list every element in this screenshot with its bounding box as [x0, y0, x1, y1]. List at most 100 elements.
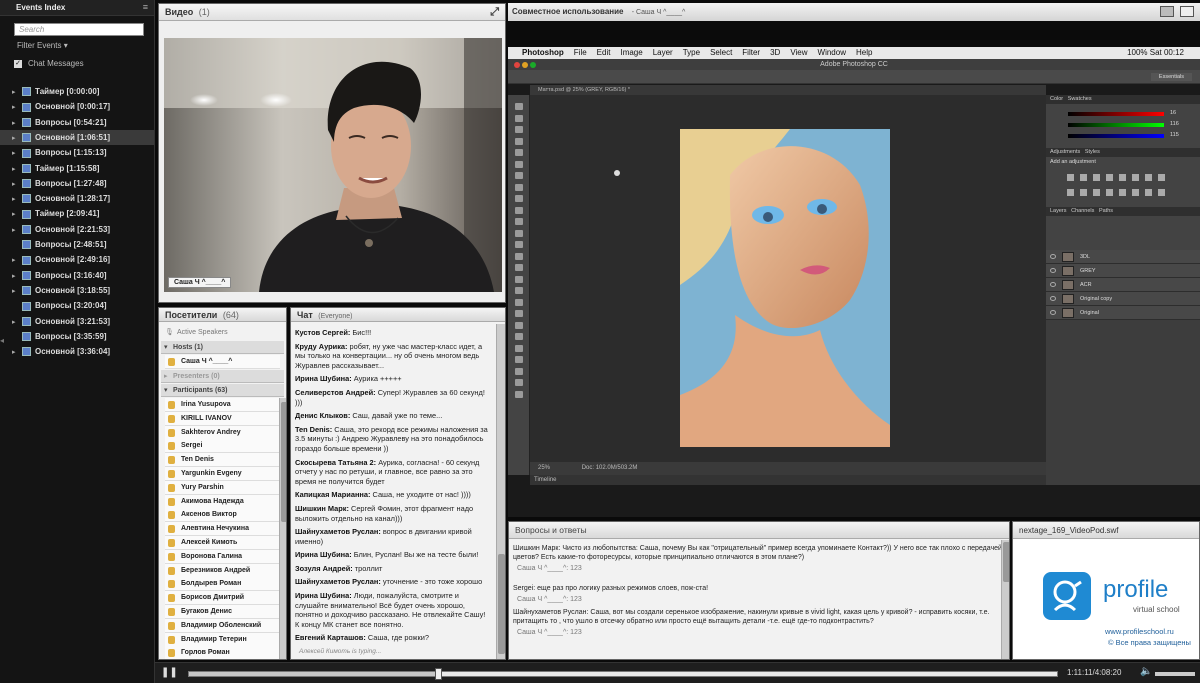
- ps-tool-icon[interactable]: [515, 183, 523, 191]
- volume-slider[interactable]: [1155, 672, 1195, 676]
- mac-menu-item[interactable]: Help: [856, 48, 872, 57]
- ps-tool-icon[interactable]: [515, 160, 523, 168]
- event-item[interactable]: Вопросы [2:48:51]: [0, 237, 154, 252]
- expand-arrow-icon[interactable]: ▸: [12, 192, 22, 207]
- ps-tool-icon[interactable]: [515, 287, 523, 294]
- ps-tool-icon[interactable]: [515, 218, 523, 225]
- ps-essentials[interactable]: Essentials: [1150, 73, 1192, 81]
- mac-menu-item[interactable]: Layer: [653, 48, 673, 57]
- ps-color-slider[interactable]: 16: [1068, 110, 1193, 118]
- ps-tool-icon[interactable]: [515, 390, 523, 398]
- participant-row[interactable]: Акимова Надежда: [165, 494, 280, 509]
- participant-row[interactable]: Борисов Дмитрий: [165, 591, 280, 606]
- eye-icon[interactable]: [1050, 296, 1056, 301]
- ps-tool-icon[interactable]: [515, 321, 523, 329]
- ps-tool-icon[interactable]: [515, 229, 523, 237]
- events-search-input[interactable]: Search: [14, 23, 144, 36]
- ps-tool-icon[interactable]: [515, 114, 523, 122]
- ps-tool-icon[interactable]: [515, 195, 523, 202]
- fullscreen-icon[interactable]: [1180, 6, 1194, 17]
- participant-row[interactable]: Алевтина Нечукина: [165, 522, 280, 537]
- ps-tool-icon[interactable]: [515, 252, 523, 260]
- ps-adjustment-icon[interactable]: [1119, 189, 1126, 196]
- ps-layer-row[interactable]: Original copy: [1046, 292, 1200, 306]
- event-item[interactable]: ▸ Вопросы [3:16:40]: [0, 268, 154, 283]
- participant-row[interactable]: Владимир Тетерин: [165, 632, 280, 647]
- event-item[interactable]: ▸ Основной [3:36:04]: [0, 344, 154, 359]
- ps-adjustment-icon[interactable]: [1145, 174, 1152, 181]
- event-item[interactable]: ▸ Основной [1:06:51]: [0, 129, 154, 146]
- participant-row[interactable]: Горлов Роман: [165, 646, 280, 659]
- event-item[interactable]: ▸ Основной [3:21:53]: [0, 314, 154, 329]
- event-item[interactable]: ▸ Основной [3:18:55]: [0, 283, 154, 298]
- participant-row[interactable]: Ten Denis: [165, 453, 280, 468]
- expand-arrow-icon[interactable]: ▸: [12, 177, 22, 192]
- qa-item[interactable]: Шайнухаметов Руслан: Саша, вот мы создал…: [513, 608, 1003, 637]
- pause-button[interactable]: ❚❚: [161, 667, 178, 680]
- event-item[interactable]: ▸ Вопросы [1:15:13]: [0, 145, 154, 160]
- event-item[interactable]: ▸ Таймер [1:15:58]: [0, 161, 154, 176]
- participant-row[interactable]: Аксенов Виктор: [165, 508, 280, 523]
- ps-doc-tab[interactable]: Матта.psd @ 25% (GREY, RGB/16) *: [530, 85, 1046, 95]
- mac-menu-item[interactable]: Image: [620, 48, 642, 57]
- profile-url[interactable]: www.profileschool.ru: [1105, 627, 1174, 636]
- participant-row[interactable]: Березников Андрей: [165, 563, 280, 578]
- mac-menu-item[interactable]: Window: [818, 48, 846, 57]
- ps-tab-channels[interactable]: Channels: [1071, 208, 1094, 214]
- presenters-group[interactable]: ▸ Presenters (0): [161, 370, 284, 383]
- expand-arrow-icon[interactable]: ▸: [12, 116, 22, 131]
- event-item[interactable]: Вопросы [3:35:59]: [0, 329, 154, 344]
- ps-layers-tabs[interactable]: Layers Channels Paths: [1046, 207, 1200, 216]
- event-item[interactable]: ▸ Вопросы [0:54:21]: [0, 115, 154, 130]
- ps-tab-styles[interactable]: Styles: [1085, 149, 1100, 155]
- ps-tool-icon[interactable]: [515, 137, 523, 145]
- ps-layer-row[interactable]: GREY: [1046, 264, 1200, 278]
- mac-menu-item[interactable]: Filter: [742, 48, 760, 57]
- hosts-group[interactable]: ▾ Hosts (1): [161, 341, 284, 354]
- ps-tool-icon[interactable]: [515, 333, 523, 340]
- event-item[interactable]: ▸ Таймер [2:09:41]: [0, 206, 154, 221]
- scroll-thumb[interactable]: [1003, 542, 1009, 582]
- expand-arrow-icon[interactable]: ▸: [12, 162, 22, 177]
- participant-row[interactable]: Алексей Кимоть: [165, 536, 280, 550]
- ps-timeline-tab[interactable]: Timeline: [530, 475, 1046, 485]
- participant-row[interactable]: Sakhterov Andrey: [165, 425, 280, 440]
- ps-layer-row[interactable]: Original: [1046, 306, 1200, 320]
- ps-adjustment-icon[interactable]: [1158, 174, 1165, 181]
- mac-menu-item[interactable]: File: [574, 48, 587, 57]
- expand-arrow-icon[interactable]: ▸: [12, 131, 22, 146]
- mac-menu-item[interactable]: Edit: [597, 48, 611, 57]
- volume-icon[interactable]: 🔈: [1140, 666, 1152, 677]
- ps-adjustment-icon[interactable]: [1158, 189, 1165, 196]
- ps-tool-icon[interactable]: [515, 149, 523, 156]
- ps-color-value[interactable]: 16: [1170, 110, 1176, 116]
- event-item[interactable]: ▸ Основной [0:00:17]: [0, 99, 154, 114]
- ps-tab-swatches[interactable]: Swatches: [1068, 96, 1092, 102]
- ps-color-slider[interactable]: 116: [1068, 121, 1193, 129]
- ps-color-slider[interactable]: 115: [1068, 132, 1193, 140]
- event-item[interactable]: ▸ Основной [1:28:17]: [0, 191, 154, 206]
- ps-tool-icon[interactable]: [515, 298, 523, 306]
- collapse-panel-icon[interactable]: ◂: [0, 336, 6, 348]
- expand-arrow-icon[interactable]: ▸: [12, 315, 22, 330]
- chat-messages-checkbox[interactable]: ✓ Chat Messages: [14, 59, 84, 68]
- ps-tool-icon[interactable]: [515, 126, 523, 133]
- ps-tool-icon[interactable]: [515, 356, 523, 363]
- eye-icon[interactable]: [1050, 268, 1056, 273]
- ps-adjustment-icon[interactable]: [1119, 174, 1126, 181]
- qa-scrollbar[interactable]: [1001, 540, 1009, 659]
- ps-tool-icon[interactable]: [515, 172, 523, 179]
- attendees-scrollbar[interactable]: [279, 398, 286, 659]
- ps-adjustment-icon[interactable]: [1093, 189, 1100, 196]
- expand-arrow-icon[interactable]: ▸: [12, 85, 22, 100]
- ps-canvas[interactable]: [530, 95, 1046, 462]
- scroll-thumb[interactable]: [498, 554, 505, 654]
- active-speakers-row[interactable]: 🎙 Active Speakers: [161, 326, 284, 339]
- ps-tab-adjustments[interactable]: Adjustments: [1050, 149, 1080, 155]
- event-item[interactable]: ▸ Таймер [0:00:00]: [0, 84, 154, 99]
- fit-window-icon[interactable]: [1160, 6, 1174, 17]
- ps-adjustment-icon[interactable]: [1106, 174, 1113, 181]
- fullscreen-icon[interactable]: ⤢: [490, 4, 499, 21]
- participant-row[interactable]: Sergei: [165, 439, 280, 454]
- participant-row[interactable]: Владимир Оболенский: [165, 618, 280, 633]
